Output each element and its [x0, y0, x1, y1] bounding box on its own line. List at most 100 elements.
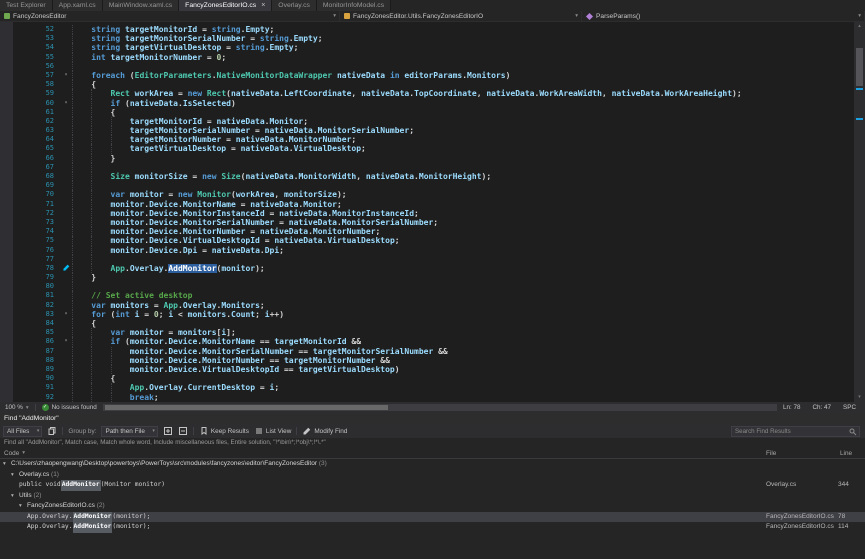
expander-icon[interactable]: ▾	[11, 470, 19, 481]
code-line-88[interactable]: 88 monitor.Device.MonitorNumber == targe…	[0, 356, 854, 365]
expander-icon[interactable]: ▾	[3, 459, 11, 470]
expand-all-icon[interactable]	[163, 426, 173, 436]
code-line-57[interactable]: 57▾ foreach (EditorParameters.NativeMoni…	[0, 71, 854, 80]
modify-find-button[interactable]: Modify Find	[302, 426, 347, 436]
code-line-84[interactable]: 84 {	[0, 319, 854, 328]
match-count: (1)	[49, 470, 59, 481]
tab-mainwindow-xaml-cs[interactable]: MainWindow.xaml.cs	[103, 0, 179, 11]
code-token: ;	[409, 126, 414, 135]
code-line-78[interactable]: 78 App.Overlay.AddMonitor(monitor);	[0, 264, 854, 273]
scope-dropdown[interactable]: All Files ▾	[3, 426, 42, 437]
code-token: var	[111, 328, 125, 337]
list-view-toggle[interactable]: List View	[254, 426, 291, 436]
file-column-header[interactable]: File	[766, 448, 776, 459]
find-group-row[interactable]: ▾C:\Users\zhaopengwang\Desktop\powertoys…	[0, 459, 865, 470]
code-line-69[interactable]: 69	[0, 181, 854, 190]
code-line-56[interactable]: 56	[0, 62, 854, 71]
member-dropdown[interactable]: ParseParams() ▾	[582, 11, 865, 21]
code-line-74[interactable]: 74 monitor.Device.MonitorNumber = native…	[0, 227, 854, 236]
zoom-select[interactable]: 100 % ▾	[5, 404, 29, 411]
type-dropdown[interactable]: FancyZonesEditor.Utils.FancyZonesEditorI…	[340, 11, 582, 21]
code-line-76[interactable]: 76 monitor.Device.Dpi = nativeData.Dpi;	[0, 246, 854, 255]
line-column-value: 114	[838, 522, 863, 533]
tab-fancyzoneseditorio-cs[interactable]: FancyZonesEditorIO.cs ×	[179, 0, 272, 11]
code-line-58[interactable]: 58 {	[0, 80, 854, 89]
tab-test-explorer[interactable]: Test Explorer	[0, 0, 53, 11]
horizontal-scrollbar[interactable]	[103, 404, 777, 411]
code-line-55[interactable]: 55 int targetMonitorNumber = 0;	[0, 53, 854, 62]
tab-overlay-cs[interactable]: Overlay.cs	[272, 0, 317, 11]
find-match-row[interactable]: App.Overlay.AddMonitor(monitor);FancyZon…	[0, 512, 865, 523]
code-line-73[interactable]: 73 monitor.Device.MonitorSerialNumber = …	[0, 218, 854, 227]
code-line-53[interactable]: 53 string targetMonitorSerialNumber = st…	[0, 34, 854, 43]
code-line-72[interactable]: 72 monitor.Device.MonitorInstanceId = na…	[0, 209, 854, 218]
code-line-71[interactable]: 71 monitor.Device.MonitorName = nativeDa…	[0, 200, 854, 209]
close-icon[interactable]: ×	[261, 0, 265, 11]
code-token: Overlay	[149, 383, 183, 392]
fold-chevron-icon[interactable]: ▾	[60, 310, 72, 319]
code-line-85[interactable]: 85 var monitor = monitors[i];	[0, 328, 854, 337]
code-line-89[interactable]: 89 monitor.Device.VirtualDesktopId == ta…	[0, 365, 854, 374]
code-line-83[interactable]: 83▾ for (int i = 0; i < monitors.Count; …	[0, 310, 854, 319]
scrollbar-thumb[interactable]	[105, 405, 388, 410]
find-group-row[interactable]: ▾Overlay.cs (1)	[0, 470, 865, 481]
group-by-dropdown[interactable]: Path then File ▾	[101, 426, 157, 437]
code-line-77[interactable]: 77	[0, 255, 854, 264]
code-line-87[interactable]: 87 monitor.Device.MonitorSerialNumber ==…	[0, 347, 854, 356]
code-line-61[interactable]: 61 {	[0, 108, 854, 117]
find-group-row[interactable]: ▾FancyZonesEditorIO.cs (2)	[0, 501, 865, 512]
code-line-62[interactable]: 62 targetMonitorId = nativeData.Monitor;	[0, 117, 854, 126]
code-line-66[interactable]: 66 }	[0, 154, 854, 163]
expander-icon[interactable]: ▾	[11, 491, 19, 502]
code-token: string	[91, 34, 120, 43]
code-line-91[interactable]: 91 App.Overlay.CurrentDesktop = i;	[0, 383, 854, 392]
code-line-54[interactable]: 54 string targetVirtualDesktop = string.…	[0, 43, 854, 52]
code-line-75[interactable]: 75 monitor.Device.VirtualDesktopId = nat…	[0, 236, 854, 245]
tab-monitorinfomodel-cs[interactable]: MonitorInfoModel.cs	[317, 0, 391, 11]
code-line-60[interactable]: 60▾ if (nativeData.IsSelected)	[0, 99, 854, 108]
code-line-90[interactable]: 90 {	[0, 374, 854, 383]
document-health-indicator[interactable]: ✓ No issues found	[42, 404, 97, 411]
find-group-row[interactable]: ▾Utils (2)	[0, 491, 865, 502]
keep-results-toggle[interactable]: Keep Results	[199, 426, 249, 436]
code-text: int targetMonitorNumber = 0;	[72, 53, 854, 62]
scroll-down-icon[interactable]: ▾	[854, 393, 865, 402]
project-dropdown[interactable]: FancyZonesEditor ▾	[0, 11, 340, 21]
code-line-67[interactable]: 67	[0, 163, 854, 172]
fold-chevron-icon[interactable]: ▾	[60, 99, 72, 108]
code-line-80[interactable]: 80	[0, 282, 854, 291]
code-line-86[interactable]: 86▾ if (monitor.Device.MonitorName == ta…	[0, 337, 854, 346]
code-editor[interactable]: 52 string targetMonitorId = string.Empty…	[0, 22, 865, 402]
fold-chevron-icon[interactable]: ▾	[60, 71, 72, 80]
fold-chevron-icon[interactable]: ▾	[60, 337, 72, 346]
code-line-79[interactable]: 79 }	[0, 273, 854, 282]
code-line-64[interactable]: 64 targetMonitorNumber = nativeData.Moni…	[0, 135, 854, 144]
scrollbar-thumb[interactable]	[856, 48, 863, 86]
code-line-81[interactable]: 81 // Set active desktop	[0, 291, 854, 300]
code-line-63[interactable]: 63 targetMonitorSerialNumber = nativeDat…	[0, 126, 854, 135]
collapse-all-icon[interactable]	[178, 426, 188, 436]
find-panel-title[interactable]: Find "AddMonitor"	[0, 413, 865, 424]
code-text: for (int i = 0; i < monitors.Count; i++)	[72, 310, 854, 319]
find-match-row[interactable]: public void AddMonitor(Monitor monitor)O…	[0, 480, 865, 491]
code-column-header[interactable]: Code ▾	[4, 448, 25, 459]
search-input[interactable]	[731, 426, 860, 437]
code-line-59[interactable]: 59 Rect workArea = new Rect(nativeData.L…	[0, 89, 854, 98]
tab-app-xaml-cs[interactable]: App.xaml.cs	[53, 0, 103, 11]
indent-guide	[72, 282, 73, 291]
copy-results-icon[interactable]	[47, 426, 57, 436]
code-line-82[interactable]: 82 var monitors = App.Overlay.Monitors;	[0, 301, 854, 310]
find-match-row[interactable]: App.Overlay.AddMonitor(monitor);FancyZon…	[0, 522, 865, 533]
code-line-70[interactable]: 70 var monitor = new Monitor(workArea, m…	[0, 190, 854, 199]
line-column-header[interactable]: Line	[840, 448, 852, 459]
scroll-up-icon[interactable]: ▴	[854, 22, 865, 31]
code-line-52[interactable]: 52 string targetMonitorId = string.Empty…	[0, 25, 854, 34]
vertical-scrollbar[interactable]: ▴ ▾	[854, 22, 865, 402]
tab-label: FancyZonesEditorIO.cs	[185, 0, 256, 11]
code-line-65[interactable]: 65 targetVirtualDesktop = nativeData.Vir…	[0, 144, 854, 153]
code-token	[72, 126, 130, 135]
expander-icon[interactable]: ▾	[19, 501, 27, 512]
match-highlight: AddMonitor	[61, 480, 101, 491]
code-line-92[interactable]: 92 break;	[0, 393, 854, 402]
code-line-68[interactable]: 68 Size monitorSize = new Size(nativeDat…	[0, 172, 854, 181]
